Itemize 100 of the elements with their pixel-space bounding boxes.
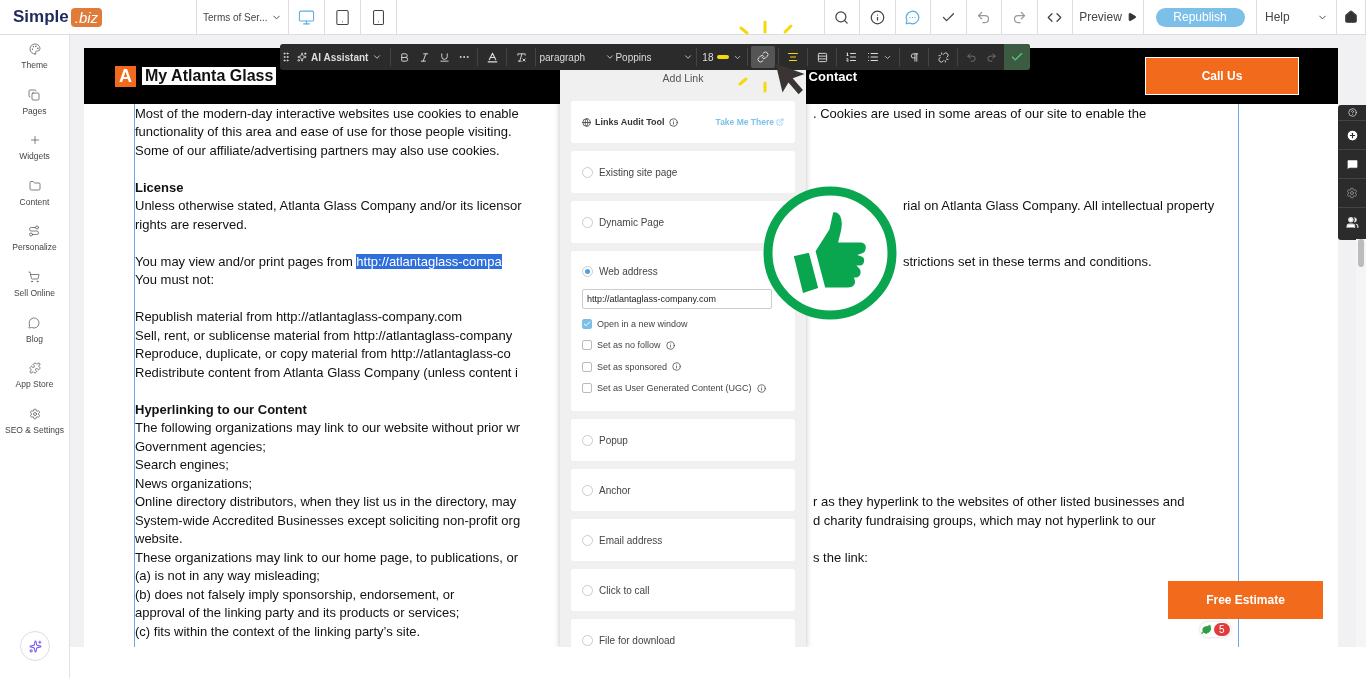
paragraph-line: website. [135, 531, 184, 547]
puzzle-icon [28, 362, 41, 375]
sidebar-item[interactable]: Sell Online [13, 270, 56, 317]
link-type-radio[interactable]: Click to call [582, 584, 650, 596]
sparkle-lines-drawing [738, 20, 794, 36]
help-icon [1347, 108, 1357, 117]
section-heading: Hyperlinking to our Content [135, 401, 308, 417]
leaf-icon [1201, 624, 1212, 635]
style-select[interactable]: paragraph [539, 46, 616, 68]
paragraph-line: d charity fundraising groups, which may not hyperlink to our [813, 512, 1156, 528]
users-icon [1345, 215, 1359, 229]
checkbox-label: Open in a new window [597, 318, 688, 329]
paragraph-line: strictions set in these terms and conditions. [903, 253, 1152, 269]
text-color-icon [485, 50, 499, 64]
paragraph-line: Online directory distributors, when they list us in the directory, may [135, 494, 518, 510]
sidebar-item[interactable]: Personalize [12, 225, 57, 271]
grip-icon [280, 51, 292, 63]
link-type-radio[interactable]: Dynamic Page [582, 216, 665, 228]
link-type-radio[interactable]: File for download [582, 634, 676, 646]
sidebar-item[interactable]: Blog [26, 316, 43, 363]
plus-icon [28, 134, 41, 147]
italic-icon [418, 51, 430, 63]
site-logo-mark: A [115, 65, 136, 87]
paragraph-line: Sell, rent, or sublicense material from http://atlantaglass-company [135, 327, 514, 343]
link-type-radio[interactable]: Email address [582, 534, 663, 546]
checkbox-label: Set as User Generated Content (UGC) [597, 383, 752, 394]
paragraph-line: Government agencies; [135, 438, 267, 454]
route-icon [28, 225, 41, 238]
selected-link-text[interactable]: http://atlantaglass-compa [356, 253, 502, 269]
radio-label: Anchor [599, 484, 631, 496]
chevron-down-icon [372, 52, 383, 62]
checkbox[interactable] [582, 361, 592, 372]
checkbox[interactable] [582, 340, 592, 351]
sidebar-item[interactable]: SEO & Settings [4, 407, 65, 454]
paragraph-line: Some of our affiliate/advertising partners may also use cookies. [135, 142, 501, 158]
audit-tool-label: Links Audit Tool [595, 117, 665, 127]
settings-icon [28, 407, 41, 420]
unlink-icon [937, 51, 949, 63]
home-icon [1344, 10, 1358, 24]
paragraph-line: Redistribute content from Atlanta Glass Company (unless content i [135, 364, 519, 380]
paragraph-line: Unless otherwise stated, Atlanta Glass Company and/or its licensor [135, 198, 523, 214]
radio-label: Web address [599, 266, 658, 277]
section-heading: License [135, 179, 185, 195]
sparkle-lines-drawing [738, 75, 768, 93]
help-menu[interactable]: Help [1257, 0, 1337, 34]
tablet-icon [334, 8, 351, 26]
numbered-list-icon [845, 51, 858, 63]
sidebar-item[interactable]: Widgets [19, 134, 50, 180]
checkbox-label: Set as sponsored [597, 361, 668, 372]
link-type-radio[interactable]: Web address [582, 266, 658, 277]
font-select[interactable]: Poppins [615, 46, 694, 68]
sidebar-item[interactable]: App Store [15, 362, 54, 408]
speech-bubble-icon [28, 316, 41, 329]
ai-assistant-button[interactable]: AI Assistant [292, 46, 388, 68]
sidebar-item[interactable]: Theme [21, 43, 48, 89]
link-type-radio[interactable]: Anchor [582, 484, 631, 496]
folder-icon [28, 179, 41, 192]
radio-label: Click to call [599, 584, 650, 596]
sidebar-item[interactable]: Content [19, 179, 50, 226]
paragraph-line: Search engines; [135, 457, 230, 473]
notification-badge[interactable]: 5 [1200, 622, 1231, 637]
globe-icon [582, 117, 591, 127]
paragraph-line: You may view and/or print pages from http://atlantaglass-compa [135, 253, 503, 269]
paragraph-line: rial on Atlanta Glass Company. All intellectual property [903, 198, 1215, 214]
external-link-icon [776, 118, 784, 126]
phone-icon [370, 8, 387, 26]
paragraph-line: approval of the linking party and its products or services; [135, 605, 461, 621]
paragraph-line: Reproduce, duplicate, or copy material from http://atlantaglass-co [135, 346, 512, 362]
paragraph-line: System-wide Accredited Businesses except soliciting non-profit org [135, 512, 522, 528]
radio-label: Dynamic Page [599, 216, 665, 228]
paragraph-line: (c) fits within the context of the linking party’s site. [135, 623, 422, 639]
checkbox[interactable] [582, 318, 592, 329]
confirm-button[interactable] [1004, 44, 1030, 70]
pilcrow-icon [908, 51, 920, 63]
paragraph-line: (a) is not in any way misleading; [135, 568, 321, 584]
nav-link[interactable]: Contact [808, 68, 857, 84]
paragraph-line: Republish material from http://atlantaglass-company.com [135, 309, 464, 325]
clear-format-icon [515, 51, 527, 63]
chevron-down-icon [683, 52, 694, 62]
paragraph-line: These organizations may link to our home page, to publications, or [135, 549, 519, 565]
preview-button[interactable]: Preview [1073, 0, 1144, 34]
link-button[interactable] [751, 46, 776, 68]
info-icon [869, 9, 885, 25]
link-type-radio[interactable]: Popup [582, 434, 628, 446]
info-icon [668, 117, 678, 127]
panel-title: Add Link [662, 72, 704, 84]
link-type-radio[interactable]: Existing site page [582, 166, 678, 178]
paragraph-line: . Cookies are used in some areas of our site to enable the [813, 105, 1147, 121]
url-input-field[interactable]: http://atlantaglass-company.com [582, 289, 772, 309]
font-size-select[interactable]: 18 [700, 46, 745, 68]
paragraph-line: News organizations; [135, 475, 254, 491]
paragraph-line: s the link: [813, 549, 868, 565]
ai-sparkle-button[interactable] [20, 631, 50, 661]
scrollbar[interactable] [1356, 239, 1366, 647]
paragraph-line: functionality of this area and ease of use for those people visiting. [135, 124, 513, 140]
sidebar-item[interactable]: Pages [22, 88, 47, 135]
redo-icon [1011, 9, 1027, 25]
checkbox[interactable] [582, 383, 592, 394]
underline-icon [438, 51, 450, 63]
page-select[interactable]: Terms of Ser... [197, 0, 289, 34]
